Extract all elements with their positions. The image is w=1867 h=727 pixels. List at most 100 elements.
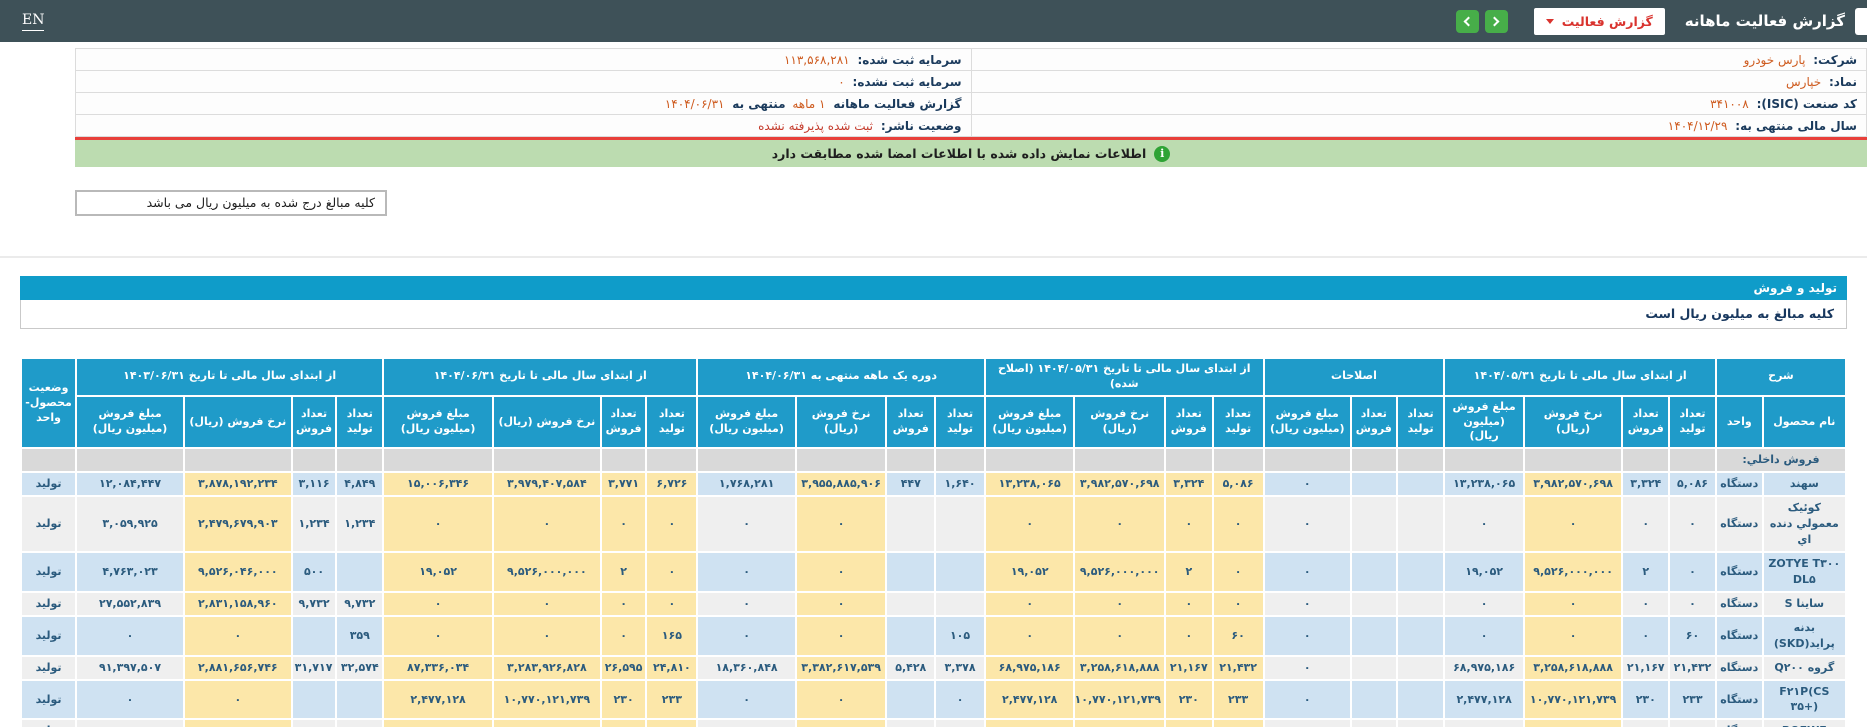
header-col-rate: نرخ فروش (ریال) — [1524, 396, 1623, 449]
section-divider — [0, 256, 1867, 258]
value-cell: ۰ — [1165, 592, 1213, 616]
value-cell: ۳,۹۸۲,۵۷۰,۶۹۸ — [1074, 472, 1164, 496]
info-row: نماد: خپارس سرمایه ثبت نشده: ۰ — [76, 71, 1867, 93]
next-report-button[interactable] — [1485, 10, 1508, 33]
issuer-status-cell: وضعیت ناشر: ثبت شده پذیرفته نشده — [76, 115, 972, 137]
signature-banner-text: اطلاعات نمایش داده شده با اطلاعات امضا ش… — [772, 146, 1147, 161]
table-row: سهنددستگاه۵,۰۸۶۳,۳۲۴۳,۹۸۲,۵۷۰,۶۹۸۱۳,۲۳۸,… — [21, 472, 1846, 496]
value-cell: ۰ — [1264, 680, 1351, 720]
value-cell: ۱,۹۵۶,۹۱۴ — [985, 719, 1075, 727]
value-cell: ۰ — [796, 680, 886, 720]
registered-capital-cell: سرمایه ثبت شده: ۱۱۳,۵۶۸,۲۸۱ — [76, 49, 972, 71]
company-value: پارس خودرو — [1744, 53, 1806, 67]
header-col-amount: مبلغ فروش (میلیون ریال) — [383, 396, 493, 449]
value-cell: ۰ — [646, 496, 697, 552]
header-col-rate: نرخ فروش (ریال) — [184, 396, 292, 449]
value-cell: ۴۴۷ — [886, 472, 935, 496]
section-row-cell — [184, 448, 292, 472]
header-col-qty_sold: تعداد فروش — [601, 396, 647, 449]
value-cell: ۳,۳۷۸ — [935, 656, 985, 680]
amounts-note-holder: کلیه مبالغ درج شده به میلیون ریال می باش… — [75, 190, 1867, 216]
value-cell: ۰ — [1444, 496, 1523, 552]
product-name-cell: ساینا S — [1763, 592, 1846, 616]
value-cell: ۶۰ — [1669, 616, 1716, 656]
value-cell: ۰ — [1165, 496, 1213, 552]
value-cell: ۲,۴۷۷,۱۲۸ — [985, 680, 1075, 720]
value-cell: ۰ — [184, 719, 292, 727]
previous-report-button[interactable] — [1456, 10, 1479, 33]
value-cell: ۰ — [1213, 552, 1264, 592]
value-cell: ۰ — [1622, 592, 1669, 616]
section-row-cell — [336, 448, 383, 472]
value-cell: ۰ — [1444, 592, 1523, 616]
value-cell: ۲,۴۷۹,۶۷۹,۹۰۳ — [184, 496, 292, 552]
report-period-ending-label: منتهی به — [732, 97, 785, 111]
value-cell: ۲۵۸ — [601, 719, 647, 727]
value-cell: ۲۱,۴۳۲ — [1669, 656, 1716, 680]
value-cell: ۰ — [1074, 496, 1164, 552]
value-cell: ۰ — [1165, 616, 1213, 656]
section-row-cell — [1213, 448, 1264, 472]
chevron-right-icon — [1490, 16, 1500, 26]
value-cell: ۰ — [697, 680, 796, 720]
value-cell: ۰ — [1264, 592, 1351, 616]
value-cell: ۲,۴۷۷,۱۲۸ — [1444, 680, 1523, 720]
report-period-length: ۱ ماهه — [792, 97, 825, 111]
company-info-section: شرکت: پارس خودرو سرمایه ثبت شده: ۱۱۳,۵۶۸… — [75, 48, 1867, 167]
value-cell: ۰ — [697, 552, 796, 592]
value-cell: ۱۵,۰۵۳,۱۸۴,۶۱۵ — [1524, 719, 1623, 727]
value-cell: ۳۲,۵۷۴ — [336, 656, 383, 680]
unit-cell: دستگاه — [1716, 719, 1763, 727]
value-cell — [1351, 592, 1397, 616]
value-cell: ۳,۸۷۸,۱۹۲,۲۳۴ — [184, 472, 292, 496]
value-cell — [1351, 616, 1397, 656]
section-row-cell — [1622, 448, 1669, 472]
value-cell: ۲,۴۷۷,۱۲۸ — [383, 680, 493, 720]
unit-cell: دستگاه — [1716, 616, 1763, 656]
status-cell: تولید — [21, 680, 76, 720]
value-cell: ۱۳۰ — [1165, 719, 1213, 727]
value-cell: ۰ — [1524, 616, 1623, 656]
unit-cell: دستگاه — [1716, 472, 1763, 496]
registered-capital-value: ۱۱۳,۵۶۸,۲۸۱ — [784, 53, 850, 67]
unit-cell: دستگاه — [1716, 656, 1763, 680]
value-cell: ۰ — [935, 680, 985, 720]
value-cell — [1397, 496, 1445, 552]
header-col-rate: نرخ فروش (ریال) — [493, 396, 601, 449]
report-type-dropdown[interactable]: گزارش فعالیت — [1534, 8, 1665, 35]
value-cell: ۱۰۵ — [935, 616, 985, 656]
value-cell: ۰ — [796, 592, 886, 616]
value-cell: ۰ — [1074, 616, 1164, 656]
value-cell: ۱۰,۷۷۰,۱۲۱,۷۳۹ — [1074, 680, 1164, 720]
header-unit: واحد — [1716, 396, 1763, 449]
value-cell: ۲۳۰ — [601, 680, 647, 720]
section-row-cell — [1669, 448, 1716, 472]
value-cell: ۹,۷۳۲ — [292, 592, 337, 616]
value-cell: ۰ — [646, 592, 697, 616]
value-cell — [1351, 680, 1397, 720]
unit-cell: دستگاه — [1716, 592, 1763, 616]
fiscal-year-label: سال مالی منتهی به: — [1735, 119, 1857, 133]
value-cell: ۱۲۸ — [886, 719, 935, 727]
value-cell: ۱,۷۶۸,۲۸۱ — [697, 472, 796, 496]
company-label: شرکت: — [1813, 53, 1857, 67]
value-cell: ۹,۵۲۶,۰۰۰,۰۰۰ — [493, 552, 601, 592]
value-cell: ۰ — [1264, 552, 1351, 592]
value-cell: ۰ — [1213, 592, 1264, 616]
value-cell: ۱۵,۰۵۳,۱۸۴,۶۱۵ — [1074, 719, 1164, 727]
issuer-status-value: ثبت شده پذیرفته نشده — [758, 119, 873, 133]
symbol-cell: نماد: خپارس — [971, 71, 1867, 93]
section-row-cell — [1524, 448, 1623, 472]
production-sales-section: تولید و فروش کلیه مبالغ به میلیون ریال ا… — [20, 276, 1847, 329]
header-col-rate: نرخ فروش (ریال) — [796, 396, 886, 449]
value-cell: ۰ — [697, 592, 796, 616]
report-type-dropdown-label: گزارش فعالیت — [1562, 14, 1653, 29]
value-cell: ۰ — [1264, 496, 1351, 552]
value-cell: ۰ — [601, 592, 647, 616]
english-language-link[interactable]: EN — [22, 12, 44, 31]
fiscal-year-value: ۱۴۰۴/۱۲/۲۹ — [1668, 119, 1728, 133]
top-header: گزارش فعالیت ماهانه گزارش فعالیت EN — [0, 0, 1867, 42]
symbol-value: خپارس — [1786, 75, 1821, 89]
value-cell: ۰ — [601, 496, 647, 552]
value-cell: ۰ — [1524, 592, 1623, 616]
